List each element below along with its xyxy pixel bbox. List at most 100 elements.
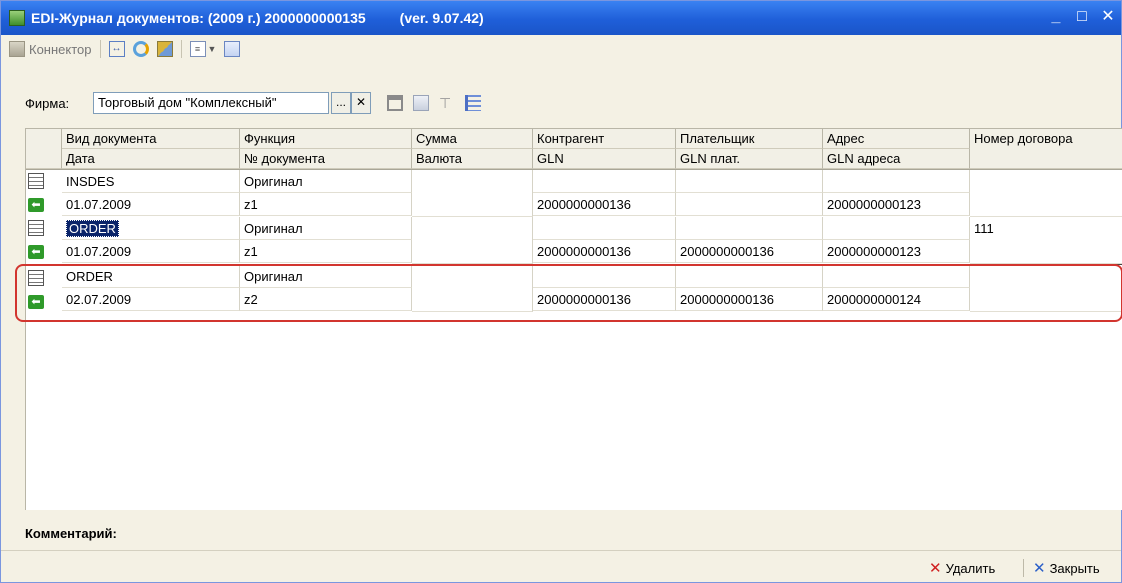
- cell-address: [823, 265, 970, 288]
- header-gln-address[interactable]: GLN адреса: [823, 149, 970, 169]
- header-address[interactable]: Адрес: [823, 129, 970, 149]
- cell-doc-type: ORDER: [62, 217, 240, 240]
- document-icon: [28, 270, 44, 286]
- delete-button[interactable]: ✕ Удалить: [929, 559, 995, 577]
- app-icon: [9, 10, 25, 26]
- window-version: (ver. 9.07.42): [399, 10, 484, 26]
- window-controls: _ □ ✕: [1047, 7, 1117, 27]
- chevron-down-icon[interactable]: ▼: [208, 44, 217, 54]
- cell-counterparty: [533, 265, 676, 288]
- header-doc-type[interactable]: Вид документа: [62, 129, 240, 149]
- comment-label: Комментарий:: [25, 526, 117, 541]
- header-corner: [26, 129, 62, 169]
- header-date[interactable]: Дата: [62, 149, 240, 169]
- firm-select-button[interactable]: ...: [331, 92, 351, 114]
- connector-button[interactable]: Коннектор: [9, 41, 92, 57]
- cell-gln-address: 2000000000124: [823, 288, 970, 311]
- header-gln-payer[interactable]: GLN плат.: [676, 149, 823, 169]
- cell-sum: [412, 217, 533, 264]
- document-icon: [28, 173, 44, 189]
- header-counterparty[interactable]: Контрагент: [533, 129, 676, 149]
- table-settings-icon[interactable]: [224, 41, 241, 57]
- cell-sum: [412, 265, 533, 312]
- header-contract-number[interactable]: Номер договора: [970, 129, 1122, 169]
- connector-icon: [9, 41, 25, 57]
- firm-input[interactable]: Торговый дом "Комплексный": [93, 92, 329, 114]
- cell-gln: 2000000000136: [533, 193, 676, 216]
- clear-filter-icon[interactable]: ⊤: [439, 95, 455, 111]
- header-function[interactable]: Функция: [240, 129, 412, 149]
- stamp-icon[interactable]: [387, 95, 403, 111]
- cell-payer: [676, 265, 823, 288]
- cell-doc-number: z1: [240, 240, 412, 263]
- cell-gln: 2000000000136: [533, 240, 676, 263]
- minimize-button[interactable]: _: [1047, 7, 1065, 27]
- cell-function: Оригинал: [240, 170, 412, 193]
- cell-gln-payer: 2000000000136: [676, 288, 823, 311]
- close-window-button[interactable]: ✕: [1099, 7, 1117, 27]
- cell-doc-type: ORDER: [62, 265, 240, 288]
- list-icon[interactable]: [465, 95, 481, 111]
- firm-row: Фирма: Торговый дом "Комплексный" ... ✕ …: [1, 89, 1121, 117]
- title-bar[interactable]: EDI-Журнал документов: (2009 г.) 2000000…: [1, 1, 1121, 35]
- incoming-arrow-icon: ⬅: [28, 198, 44, 212]
- cell-gln-address: 2000000000123: [823, 240, 970, 263]
- table-row-selected[interactable]: ⬅ ORDER Оригинал 111 01.07.2009 z1 20000…: [26, 217, 1122, 265]
- firm-tools: ⊤: [387, 95, 481, 111]
- window-title: EDI-Журнал документов: (2009 г.) 2000000…: [31, 10, 366, 26]
- close-icon: ✕: [1033, 560, 1046, 577]
- cell-sum: [412, 170, 533, 217]
- cell-contract-number: 111: [970, 217, 1122, 264]
- cell-doc-number: z2: [240, 288, 412, 311]
- filter-icon[interactable]: ≡: [189, 41, 206, 57]
- cell-function: Оригинал: [240, 265, 412, 288]
- connector-label: Коннектор: [29, 41, 92, 57]
- table-row[interactable]: ⬅ ORDER Оригинал 02.07.2009 z2 200000000…: [26, 265, 1122, 312]
- header-doc-number[interactable]: № документа: [240, 149, 412, 169]
- close-button[interactable]: ✕ Закрыть: [1033, 559, 1100, 577]
- toolbar-separator: [99, 40, 101, 58]
- cell-date: 01.07.2009: [62, 193, 240, 216]
- incoming-arrow-icon: ⬅: [28, 295, 44, 309]
- cell-gln-payer: 2000000000136: [676, 240, 823, 263]
- header-gln[interactable]: GLN: [533, 149, 676, 169]
- header-currency[interactable]: Валюта: [412, 149, 533, 169]
- firm-clear-button[interactable]: ✕: [351, 92, 371, 114]
- cell-function: Оригинал: [240, 217, 412, 240]
- cell-counterparty: [533, 217, 676, 240]
- close-label: Закрыть: [1049, 560, 1100, 576]
- document-icon: [28, 220, 44, 236]
- firm-label: Фирма:: [25, 96, 70, 111]
- cell-doc-type: INSDES: [62, 170, 240, 193]
- refresh-icon[interactable]: [132, 41, 149, 57]
- header-sum[interactable]: Сумма: [412, 129, 533, 149]
- table-row[interactable]: ⬅ INSDES Оригинал 01.07.2009 z1 20000000…: [26, 170, 1122, 217]
- cell-date: 01.07.2009: [62, 240, 240, 263]
- table-header: Вид документа Функция Сумма Контрагент П…: [26, 129, 1122, 170]
- edi-journal-window: EDI-Журнал документов: (2009 г.) 2000000…: [0, 0, 1122, 583]
- cell-gln: 2000000000136: [533, 288, 676, 311]
- exchange-arrows-icon[interactable]: ↔: [108, 41, 125, 57]
- incoming-arrow-icon: ⬅: [28, 245, 44, 259]
- cell-doc-number: z1: [240, 193, 412, 216]
- cell-contract-number: [970, 265, 1122, 312]
- button-separator: [1023, 559, 1024, 577]
- cell-contract-number: [970, 170, 1122, 217]
- cell-payer: [676, 170, 823, 193]
- cell-gln-payer: [676, 193, 823, 216]
- selected-cell-text: ORDER: [66, 220, 119, 237]
- toolbar-separator: [180, 40, 182, 58]
- delete-icon: ✕: [929, 560, 942, 577]
- delete-label: Удалить: [945, 560, 996, 576]
- toolbar: Коннектор ↔ ≡ ▼: [1, 35, 1121, 63]
- cell-address: [823, 170, 970, 193]
- maximize-button[interactable]: □: [1073, 7, 1091, 27]
- cell-gln-address: 2000000000123: [823, 193, 970, 216]
- document-view-icon[interactable]: [413, 95, 429, 111]
- bottom-bar: ✕ Удалить ✕ Закрыть: [1, 550, 1121, 583]
- cell-date: 02.07.2009: [62, 288, 240, 311]
- keys-icon[interactable]: [156, 41, 173, 57]
- documents-table[interactable]: Вид документа Функция Сумма Контрагент П…: [25, 128, 1122, 510]
- header-payer[interactable]: Плательщик: [676, 129, 823, 149]
- cell-address: [823, 217, 970, 240]
